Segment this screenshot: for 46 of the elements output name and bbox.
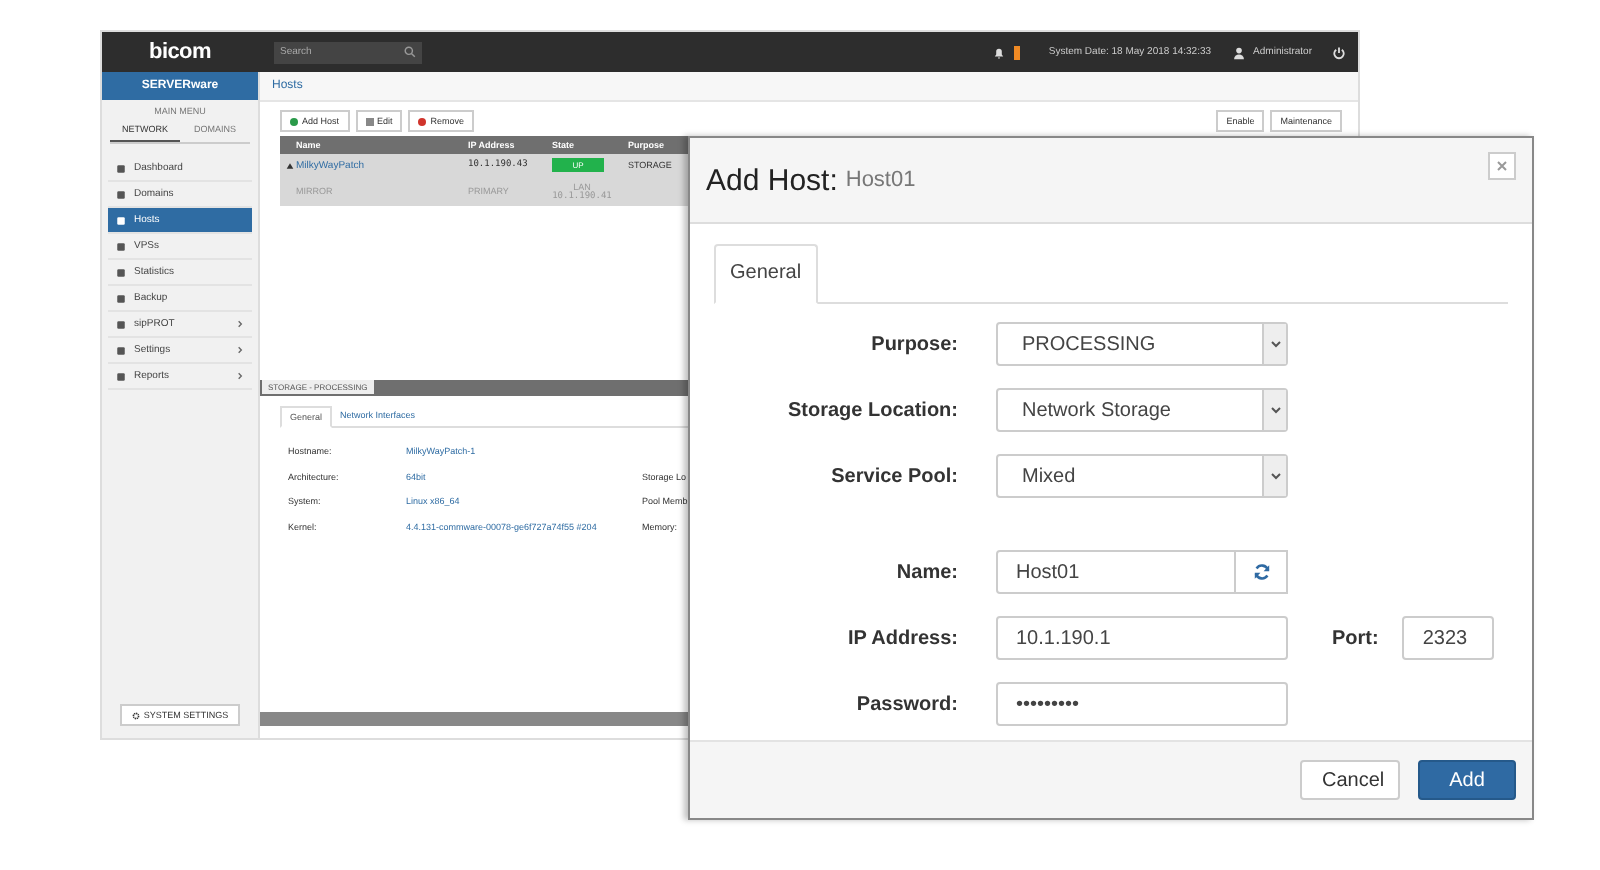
password-field[interactable]: ••••••••• <box>996 682 1288 726</box>
power-icon[interactable] <box>1332 45 1346 59</box>
input-field[interactable]: 10.1.190.1 <box>996 616 1288 660</box>
square-icon <box>116 241 126 251</box>
square-icon <box>116 371 126 381</box>
caret-icon <box>1267 336 1283 352</box>
dialog-subtitle: Host01 <box>845 168 916 192</box>
toolbar-icon <box>418 117 427 125</box>
notification-badge <box>1014 45 1021 59</box>
dialog-tab[interactable]: General <box>714 244 818 304</box>
caret-icon <box>1267 402 1283 418</box>
cancel-button[interactable]: Cancel <box>1300 760 1400 800</box>
select-field[interactable]: PROCESSING <box>996 322 1288 366</box>
field-label: Name: <box>894 561 960 583</box>
square-icon <box>116 267 126 277</box>
search-icon <box>404 46 416 58</box>
field-label: Storage Location: <box>785 399 960 421</box>
input-field[interactable]: Host01 <box>996 550 1236 594</box>
user-icon <box>1231 45 1246 59</box>
toolbar-icon <box>290 117 298 125</box>
add-button[interactable]: Add <box>1418 760 1516 800</box>
expand-icon[interactable] <box>286 161 294 169</box>
port-field[interactable]: 2323 <box>1402 616 1495 660</box>
settings-icon <box>131 711 140 719</box>
close-button[interactable] <box>1488 152 1516 180</box>
field-label: Password: <box>854 693 960 715</box>
close-icon <box>1494 158 1510 174</box>
toolbar-icon <box>365 117 374 125</box>
field-label: Purpose: <box>869 333 960 355</box>
refresh-icon <box>1251 562 1271 582</box>
bell-icon[interactable] <box>992 45 1007 59</box>
square-icon <box>116 215 126 225</box>
refresh-button[interactable] <box>1236 550 1288 594</box>
select-field[interactable]: Network Storage <box>996 388 1288 432</box>
field-label: IP Address: <box>845 627 960 649</box>
caret-icon <box>1267 468 1283 484</box>
field-label: Port: <box>1332 627 1379 649</box>
square-icon <box>116 189 126 199</box>
select-field[interactable]: Mixed <box>996 454 1288 498</box>
square-icon <box>116 319 126 329</box>
square-icon <box>116 345 126 355</box>
square-icon <box>116 293 126 303</box>
square-icon <box>116 163 126 173</box>
field-label: Service Pool: <box>829 465 960 487</box>
logo: bicom <box>149 40 211 64</box>
dialog-title: Add Host: <box>706 163 838 197</box>
